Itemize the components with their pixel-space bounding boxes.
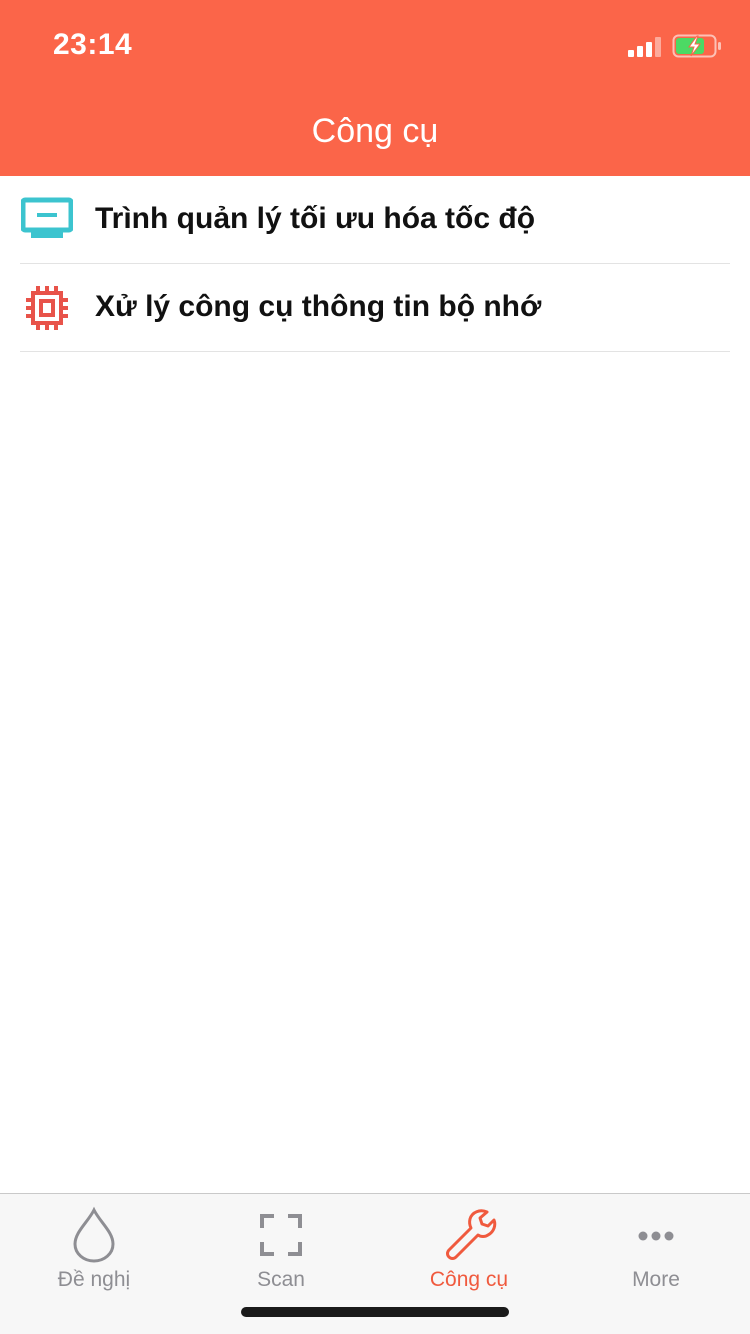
- tab-more[interactable]: More: [562, 1194, 750, 1304]
- divider: [20, 351, 730, 352]
- scan-frame-icon: [260, 1214, 302, 1256]
- tab-label: Công cụ: [429, 1268, 509, 1291]
- tab-label: More: [632, 1268, 680, 1291]
- page-title: Công cụ: [311, 112, 439, 150]
- tab-label: Đề nghị: [57, 1268, 131, 1291]
- battery-charging-icon: [672, 34, 721, 58]
- screen: 23:14 Công cụ Trình quản lý tối ưu hóa t…: [0, 0, 750, 1334]
- monitor-icon: [21, 197, 73, 238]
- status-time: 23:14: [53, 28, 133, 61]
- tab-cong-cu[interactable]: Công cụ: [375, 1194, 563, 1304]
- cpu-chip-icon: [26, 286, 68, 330]
- list-item-label: Xử lý công cụ thông tin bộ nhớ: [95, 290, 542, 323]
- tools-list: Trình quản lý tối ưu hóa tốc độ Xử lý cô…: [0, 176, 750, 352]
- tab-label: Scan: [257, 1268, 305, 1291]
- cellular-signal-icon: [628, 37, 662, 57]
- wrench-icon: [446, 1209, 497, 1260]
- app-header: 23:14 Công cụ: [0, 0, 750, 176]
- tab-scan[interactable]: Scan: [187, 1194, 375, 1304]
- list-item-label: Trình quản lý tối ưu hóa tốc độ: [95, 202, 536, 235]
- home-indicator: [241, 1307, 509, 1317]
- tab-de-nghi[interactable]: Đề nghị: [0, 1194, 188, 1304]
- water-drop-icon: [73, 1206, 115, 1263]
- more-dots-icon: [638, 1231, 674, 1241]
- list-item-memory-info[interactable]: Xử lý công cụ thông tin bộ nhớ: [0, 264, 750, 352]
- list-item-speed-optimizer[interactable]: Trình quản lý tối ưu hóa tốc độ: [0, 176, 750, 264]
